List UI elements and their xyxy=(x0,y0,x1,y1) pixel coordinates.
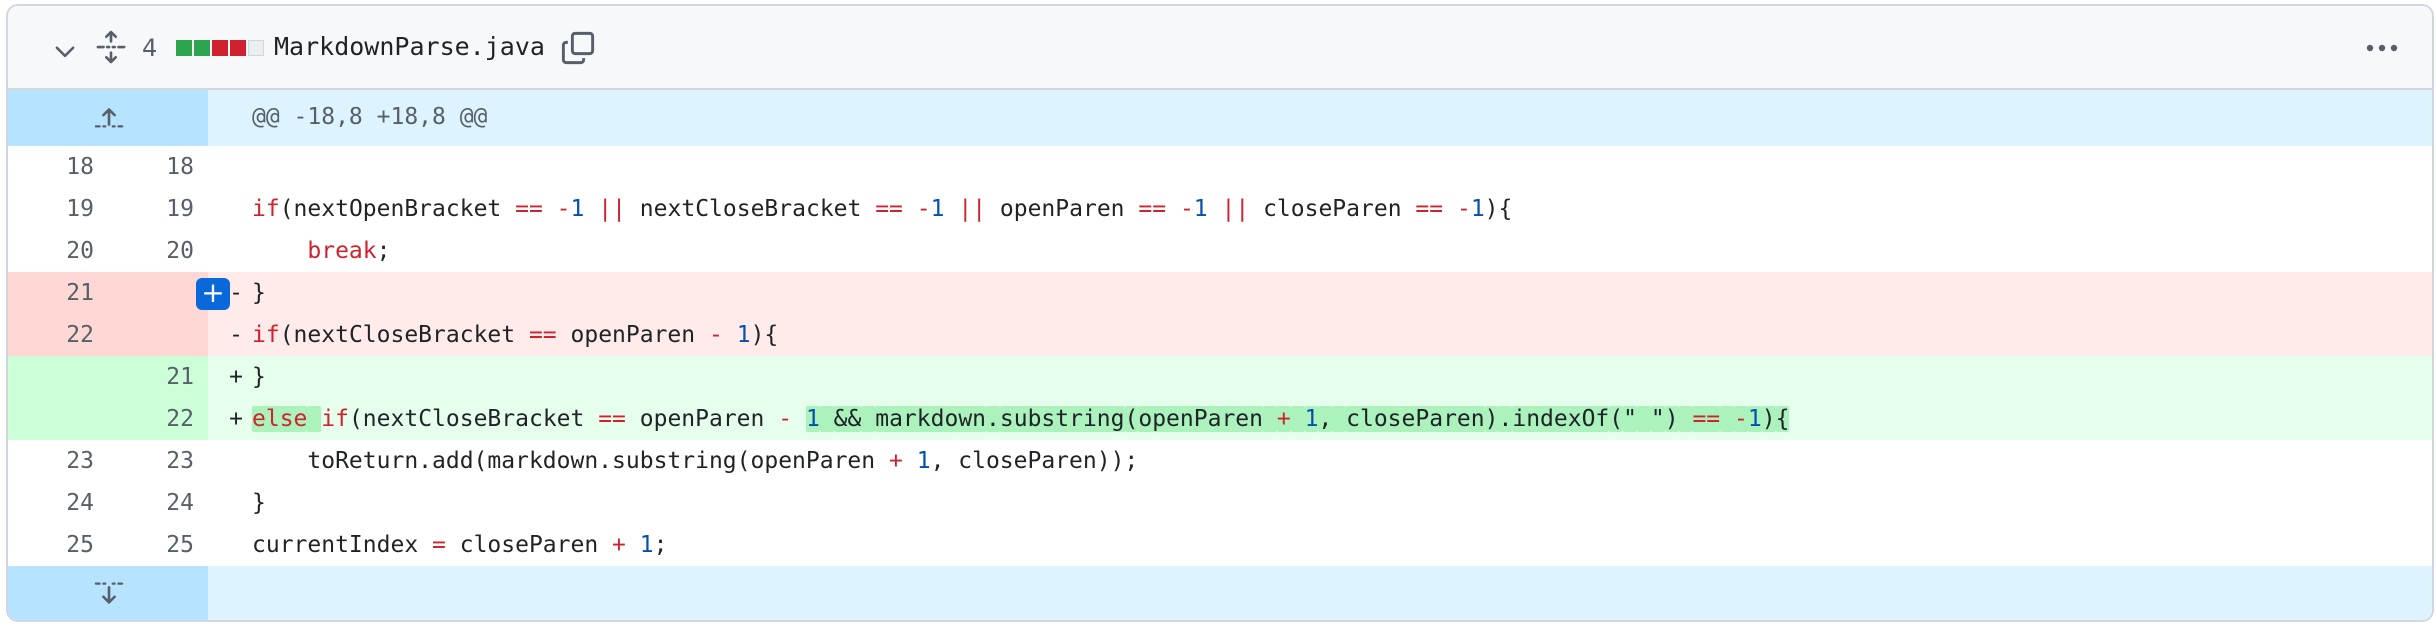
expand-up-button[interactable] xyxy=(8,90,208,146)
new-line-number[interactable]: 22 xyxy=(134,398,194,440)
diff-marker: - xyxy=(229,280,243,306)
new-line-number[interactable]: 23 xyxy=(134,440,194,482)
chevron-down-icon[interactable] xyxy=(52,38,78,64)
diff-line: 20 20 break; xyxy=(8,230,2432,272)
new-line-number[interactable] xyxy=(134,272,194,314)
old-line-number[interactable] xyxy=(34,398,94,440)
fold-down-icon xyxy=(94,582,124,604)
diff-line: 18 18 xyxy=(8,146,2432,188)
code-line: } xyxy=(252,490,266,516)
hunk-header-row: @@ -18,8 +18,8 @@ xyxy=(8,90,2432,146)
deleted-line: 21 + - } xyxy=(8,272,2432,314)
diffstat-block xyxy=(230,40,246,56)
new-line-number[interactable]: 18 xyxy=(134,146,194,188)
new-line-number[interactable]: 19 xyxy=(134,188,194,230)
kebab-horizontal-icon[interactable] xyxy=(2362,36,2402,60)
unfold-icon[interactable] xyxy=(96,30,126,64)
deleted-line: 22 - if(nextCloseBracket == openParen - … xyxy=(8,314,2432,356)
file-name-link[interactable]: MarkdownParse.java xyxy=(274,32,545,61)
old-line-number[interactable]: 22 xyxy=(34,314,94,356)
expand-down-button[interactable] xyxy=(8,566,208,620)
code-line: } xyxy=(252,364,266,390)
changed-lines-count: 4 xyxy=(142,34,158,62)
old-line-number[interactable]: 21 xyxy=(34,272,94,314)
fold-up-icon xyxy=(94,108,124,128)
old-line-number[interactable]: 20 xyxy=(34,230,94,272)
added-line: 21 + } xyxy=(8,356,2432,398)
diff-marker: + xyxy=(229,364,243,390)
diff-body: @@ -18,8 +18,8 @@ 18 18 19 19 if(nextOpe… xyxy=(8,90,2432,620)
new-line-number[interactable]: 21 xyxy=(134,356,194,398)
old-line-number[interactable]: 23 xyxy=(34,440,94,482)
bottom-expander-row xyxy=(8,566,2432,620)
diff-line: 19 19 if(nextOpenBracket == -1 || nextCl… xyxy=(8,188,2432,230)
code-line: else if(nextCloseBracket == openParen - … xyxy=(252,406,1790,432)
old-line-number[interactable]: 25 xyxy=(34,524,94,566)
copy-icon[interactable] xyxy=(560,30,596,66)
code-line: if(nextCloseBracket == openParen - 1){ xyxy=(252,322,779,348)
diff-marker: + xyxy=(229,406,243,432)
file-header: 4 MarkdownParse.java xyxy=(8,6,2432,90)
new-line-number[interactable]: 25 xyxy=(134,524,194,566)
code-line: if(nextOpenBracket == -1 || nextCloseBra… xyxy=(252,196,1513,222)
new-line-number[interactable]: 24 xyxy=(134,482,194,524)
diff-line: 23 23 toReturn.add(markdown.substring(op… xyxy=(8,440,2432,482)
diff-marker: - xyxy=(229,322,243,348)
diffstat xyxy=(176,40,264,56)
diff-line: 25 25 currentIndex = closeParen + 1; xyxy=(8,524,2432,566)
new-line-number[interactable]: 20 xyxy=(134,230,194,272)
diffstat-block xyxy=(194,40,210,56)
diff-file: 4 MarkdownParse.java @@ -18,8 +18,8 @@ 1… xyxy=(6,4,2434,622)
old-line-number[interactable]: 18 xyxy=(34,146,94,188)
old-line-number[interactable] xyxy=(34,356,94,398)
added-line: 22 + else if(nextCloseBracket == openPar… xyxy=(8,398,2432,440)
old-line-number[interactable]: 19 xyxy=(34,188,94,230)
diffstat-block xyxy=(212,40,228,56)
diffstat-block xyxy=(176,40,192,56)
hunk-header: @@ -18,8 +18,8 @@ xyxy=(252,104,488,130)
code-line: break; xyxy=(307,238,391,264)
code-line: toReturn.add(markdown.substring(openPare… xyxy=(252,448,1139,474)
code-line: } xyxy=(252,280,266,306)
add-comment-button[interactable]: + xyxy=(196,278,230,310)
new-line-number[interactable] xyxy=(134,314,194,356)
old-line-number[interactable]: 24 xyxy=(34,482,94,524)
diffstat-block xyxy=(248,40,264,56)
code-line: currentIndex = closeParen + 1; xyxy=(252,532,668,558)
diff-line: 24 24 } xyxy=(8,482,2432,524)
